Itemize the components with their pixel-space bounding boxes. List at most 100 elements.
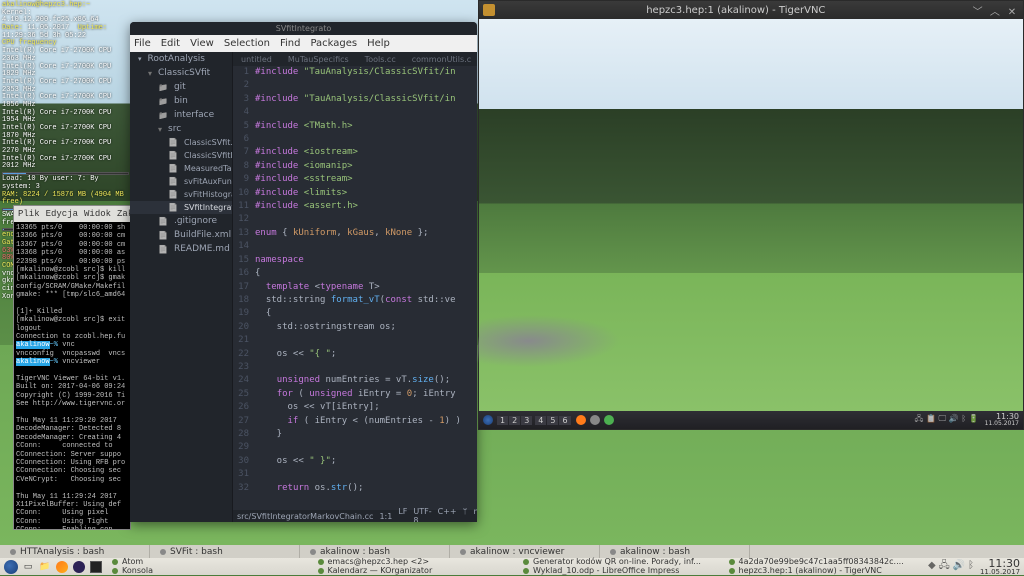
volume-icon[interactable]: 🔊 <box>953 560 965 571</box>
atom-code-area[interactable]: 1234567891011121314151617181920212223242… <box>233 66 477 510</box>
terminal-icon <box>10 549 16 555</box>
volume-icon[interactable]: 🔊 <box>949 414 959 423</box>
tab-tools[interactable]: Tools.cc <box>357 55 404 64</box>
terminal-icon <box>610 549 616 555</box>
tigervnc-icon <box>483 4 495 16</box>
terminal-icon <box>460 549 466 555</box>
app-icon[interactable] <box>590 415 600 425</box>
panel-task[interactable]: Kalendarz — KOrganizator <box>312 567 515 576</box>
tree-file[interactable]: svFitHistogramAdapt <box>130 188 232 201</box>
status-language[interactable]: C++ <box>438 507 457 522</box>
tree-folder[interactable]: interface <box>130 108 232 122</box>
host-system-tray[interactable]: ◆ 🖧 🔊 ᛒ <box>928 558 974 575</box>
status-position[interactable]: 1:1 <box>379 512 392 521</box>
terminal-icon <box>160 549 166 555</box>
code-lines[interactable]: #include "TauAnalysis/ClassicSVfit/in #i… <box>255 66 477 510</box>
taskbar-item[interactable]: SVFit : bash <box>150 545 300 558</box>
browser-icon <box>523 559 529 565</box>
status-eol[interactable]: LF <box>398 507 407 522</box>
fedora-icon <box>4 560 18 574</box>
workspace-tabs[interactable]: 123 <box>497 416 533 425</box>
system-tray[interactable]: 🖧 📋 🖵 🔊 ᛒ 🔋 <box>915 413 979 427</box>
vnc-remote-desktop[interactable]: 123 456 🖧 📋 🖵 🔊 ᛒ 🔋 11:30 11.05.2017 <box>479 19 1023 429</box>
window-controls: ﹀ ︿ ✕ <box>971 3 1019 18</box>
tree-file[interactable]: .gitignore <box>130 214 232 228</box>
eclipse-button[interactable] <box>72 560 86 574</box>
menu-file[interactable]: File <box>134 38 151 49</box>
menu-view[interactable]: View <box>190 38 214 49</box>
status-branch[interactable]: master <box>473 507 477 522</box>
remote-panel[interactable]: 123 456 🖧 📋 🖵 🔊 ᛒ 🔋 11:30 11.05.2017 <box>479 411 1023 429</box>
tab-untitled[interactable]: untitled <box>233 55 280 64</box>
app-icon-green[interactable] <box>604 415 614 425</box>
atom-status-bar: src/SVfitIntegratorMarkovChain.cc 1:1 LF… <box>233 510 477 522</box>
menu-find[interactable]: Find <box>280 38 301 49</box>
menu-bookmarks[interactable]: Zakła <box>117 209 131 220</box>
tab-common[interactable]: commonUtils.c <box>404 55 477 64</box>
fedora-menu-icon[interactable] <box>483 415 493 425</box>
remote-clock[interactable]: 11:30 11.05.2017 <box>985 413 1019 427</box>
line-gutter: 1234567891011121314151617181920212223242… <box>233 66 255 510</box>
clipboard-icon[interactable]: 📋 <box>926 414 936 423</box>
terminal-menubar: Plik Edycja Widok Zakła <box>14 206 130 222</box>
show-desktop-button[interactable]: ▭ <box>21 560 35 574</box>
panel-task[interactable]: hepzc3.hep:1 (akalinow) - TigerVNC <box>723 567 926 576</box>
firefox-button[interactable] <box>55 560 69 574</box>
atom-titlebar: SVfitIntegrato <box>130 22 477 35</box>
status-encoding[interactable]: UTF-8 <box>413 507 431 522</box>
menu-help[interactable]: Help <box>367 38 390 49</box>
updates-icon[interactable]: ◆ <box>928 560 936 571</box>
atom-editor-window[interactable]: SVfitIntegrato File Edit View Selection … <box>130 22 477 522</box>
files-button[interactable]: 📁 <box>38 560 52 574</box>
panel-task-group: Atom Konsola <box>106 558 309 576</box>
terminal-button[interactable] <box>89 560 103 574</box>
tree-file[interactable]: SVfitIntegratorMarko <box>130 201 232 214</box>
close-icon[interactable]: ✕ <box>1005 7 1019 18</box>
network-icon[interactable]: 🖧 <box>939 560 950 571</box>
menu-edit[interactable]: Edycja <box>46 209 78 220</box>
terminal-content[interactable]: 13365 pts/0 00:00:00 sh 13366 pts/0 00:0… <box>14 222 130 530</box>
maximize-icon[interactable]: ︿ <box>988 3 1002 18</box>
panel-task-group: 4a2da70e99be9c47c1aa5ff08343842c.... hep… <box>723 558 926 576</box>
display-icon[interactable]: 🖵 <box>939 414 947 423</box>
host-panel[interactable]: ▭ 📁 Atom Konsola emacs@hepzc3.hep <2> Ka… <box>0 558 1024 575</box>
tree-file[interactable]: ClassicSVfit.cc <box>130 136 232 149</box>
panel-task[interactable]: Konsola <box>106 567 309 576</box>
fedora-menu-button[interactable] <box>4 560 18 574</box>
terminal-icon <box>90 561 102 573</box>
tree-folder[interactable]: bin <box>130 94 232 108</box>
firefox-icon[interactable] <box>576 415 586 425</box>
minimize-icon[interactable]: ﹀ <box>971 3 985 18</box>
tree-file[interactable]: MeasuredTauLepton.c <box>130 162 232 175</box>
terminal-window[interactable]: Plik Edycja Widok Zakła 13365 pts/0 00:0… <box>13 205 131 530</box>
atom-icon <box>112 559 118 565</box>
status-path[interactable]: src/SVfitIntegratorMarkovChain.cc <box>237 512 373 521</box>
korganizer-icon <box>318 568 324 574</box>
menu-file[interactable]: Plik <box>18 209 40 220</box>
tree-root[interactable]: RootAnalysis <box>130 52 232 66</box>
tree-file[interactable]: README.md <box>130 242 232 256</box>
atom-menubar: File Edit View Selection Find Packages H… <box>130 35 477 52</box>
panel-task[interactable]: Wyklad_10.odp - LibreOffice Impress <box>517 567 720 576</box>
tigervnc-window[interactable]: hepzc3.hep:1 (akalinow) - TigerVNC ﹀ ︿ ✕… <box>478 0 1024 430</box>
host-clock[interactable]: 11:30 11.05.2017 <box>980 558 1020 576</box>
vnc-titlebar[interactable]: hepzc3.hep:1 (akalinow) - TigerVNC ﹀ ︿ ✕ <box>479 1 1023 19</box>
atom-tab-bar: untitled MuTauSpecifics Tools.cc commonU… <box>233 52 477 66</box>
atom-tree-view[interactable]: RootAnalysis ClassicSVfit gitbininterfac… <box>130 52 233 522</box>
tree-file[interactable]: svFitAuxFunctions.cc <box>130 175 232 188</box>
tree-project[interactable]: ClassicSVfit <box>130 66 232 80</box>
tree-folder[interactable]: git <box>130 80 232 94</box>
bluetooth-icon[interactable]: ᛒ <box>968 560 974 571</box>
menu-selection[interactable]: Selection <box>224 38 270 49</box>
bluetooth-icon[interactable]: ᛒ <box>961 414 966 423</box>
tree-file[interactable]: ClassicSVfitIntegrand <box>130 149 232 162</box>
menu-edit[interactable]: Edit <box>161 38 180 49</box>
menu-view[interactable]: Widok <box>84 209 111 220</box>
menu-packages[interactable]: Packages <box>310 38 357 49</box>
vnc-window-title: hepzc3.hep:1 (akalinow) - TigerVNC <box>501 5 971 16</box>
battery-icon[interactable]: 🔋 <box>969 414 979 423</box>
tree-src[interactable]: src <box>130 122 232 136</box>
tree-file[interactable]: BuildFile.xml <box>130 228 232 242</box>
network-icon[interactable]: 🖧 <box>915 414 924 423</box>
tab-mutau[interactable]: MuTauSpecifics <box>280 55 357 64</box>
